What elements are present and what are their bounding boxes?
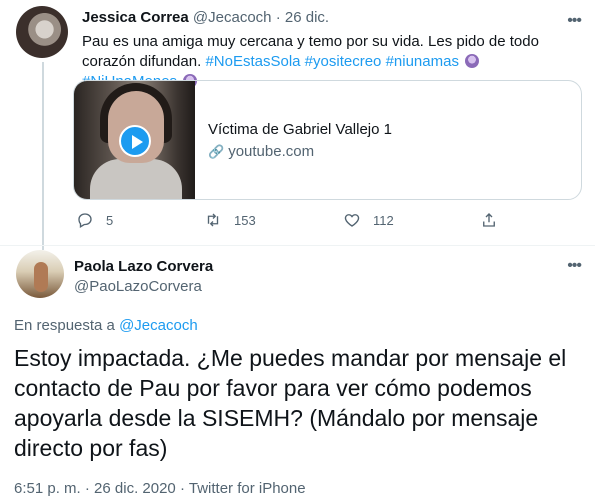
- thumbnail-figure: [90, 159, 182, 199]
- tweet-source[interactable]: Twitter for iPhone: [189, 480, 306, 497]
- reply-prefix: En respuesta a: [14, 317, 115, 334]
- more-dots-icon[interactable]: •••: [567, 257, 582, 275]
- link-card[interactable]: Víctima de Gabriel Vallejo 1 🔗 youtube.co…: [73, 80, 582, 200]
- reply-count: 5: [106, 212, 114, 228]
- hashtag-link[interactable]: #yositecreo: [305, 53, 382, 70]
- hashtag-link[interactable]: #NoEstasSola: [205, 53, 300, 70]
- reply-icon: [78, 213, 92, 228]
- tweet-text: Estoy impactada. ¿Me puedes mandar por m…: [14, 345, 567, 461]
- tweet-date[interactable]: 26 dic. 2020: [94, 480, 176, 497]
- card-domain-text: youtube.com: [228, 143, 315, 160]
- author-name[interactable]: Paola Lazo Corvera: [74, 258, 213, 275]
- card-title: Víctima de Gabriel Vallejo 1: [208, 121, 392, 138]
- divider: [0, 245, 595, 246]
- emoji-icon: [465, 54, 480, 68]
- like-count: 112: [373, 212, 394, 228]
- tweet-metadata: 6:51 p. m. · 26 dic. 2020 · Twitter for …: [14, 480, 306, 497]
- avatar[interactable]: [16, 6, 68, 58]
- share-button[interactable]: [480, 211, 498, 229]
- separator: ·: [275, 9, 281, 26]
- tweet-date[interactable]: 26 dic.: [285, 9, 329, 26]
- separator: ·: [179, 480, 185, 497]
- author-handle[interactable]: @PaoLazoCorvera: [74, 278, 202, 295]
- reply-handle-link[interactable]: @Jecacoch: [119, 317, 198, 334]
- thread-connector-line: [42, 62, 44, 250]
- retweet-count: 153: [234, 212, 256, 228]
- share-icon: [483, 213, 495, 227]
- author-handle[interactable]: @Jecacoch: [193, 9, 272, 26]
- reply-context: En respuesta a @Jecacoch: [14, 317, 198, 334]
- reply-button[interactable]: 5: [76, 211, 113, 229]
- link-icon: 🔗: [208, 144, 225, 159]
- retweet-button[interactable]: 153: [204, 211, 256, 229]
- heart-icon: [344, 214, 360, 227]
- avatar[interactable]: [16, 250, 64, 298]
- more-dots-icon[interactable]: •••: [567, 12, 582, 30]
- play-icon[interactable]: [119, 125, 151, 157]
- separator: ·: [84, 480, 90, 497]
- hashtag-link[interactable]: #niunamas: [386, 53, 459, 70]
- author-name[interactable]: Jessica Correa: [82, 9, 189, 26]
- retweet-icon: [207, 213, 219, 227]
- tweet-time[interactable]: 6:51 p. m.: [14, 480, 81, 497]
- tweet-header: Jessica Correa @Jecacoch · 26 dic.: [82, 9, 329, 26]
- card-domain: 🔗 youtube.com: [208, 143, 314, 160]
- video-thumbnail[interactable]: [74, 81, 195, 199]
- like-button[interactable]: 112: [343, 211, 394, 229]
